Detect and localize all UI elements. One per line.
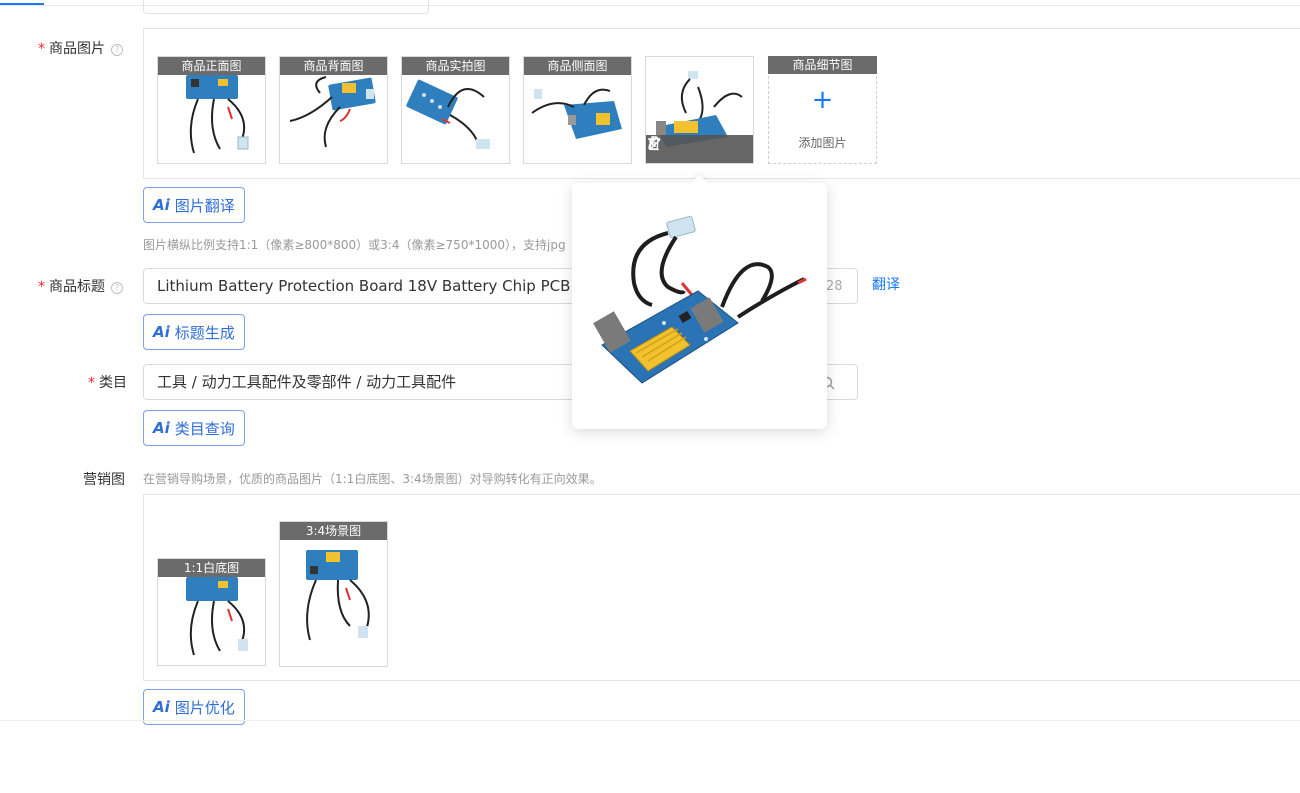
category-label-text: 类目 bbox=[99, 375, 127, 391]
category-label: * 类目 bbox=[88, 372, 127, 392]
category-query-label: 类目查询 bbox=[174, 419, 235, 438]
add-image-label: 添加图片 bbox=[798, 136, 847, 150]
ai-icon: Ai bbox=[153, 698, 170, 716]
slot-caption: 商品背面图 bbox=[280, 57, 387, 75]
title-label: * 商品标题? bbox=[38, 276, 123, 296]
slot-caption: 3:4场景图 bbox=[280, 522, 387, 540]
image-translate-label: 图片翻译 bbox=[174, 196, 235, 215]
product-images-label-text: 商品图片 bbox=[49, 41, 105, 57]
title-translate-link[interactable]: 翻译 bbox=[872, 274, 900, 294]
required-mark: * bbox=[88, 375, 95, 391]
slot-caption: 商品正面图 bbox=[158, 57, 265, 75]
product-image-front[interactable]: 商品正面图 bbox=[157, 56, 266, 164]
image-ratio-hint: 图片横纵比例支持1:1（像素≥800*800）或3:4（像素≥750*1000）… bbox=[143, 238, 566, 252]
pcb-preview-image bbox=[593, 215, 807, 384]
title-char-counter: 28 bbox=[826, 279, 843, 294]
thumbnail-action-bar bbox=[646, 135, 753, 163]
title-label-text: 商品标题 bbox=[49, 279, 105, 295]
marketing-image-white-bg[interactable]: 1:1白底图 bbox=[157, 558, 266, 666]
previous-field-input[interactable] bbox=[143, 0, 429, 14]
image-preview-popover bbox=[572, 174, 827, 429]
product-image-slot-5-hovered[interactable] bbox=[645, 56, 754, 164]
product-image-real[interactable]: 商品实拍图 bbox=[401, 56, 510, 164]
required-mark: * bbox=[38, 41, 45, 57]
plus-icon: + bbox=[811, 85, 834, 115]
slot-caption: 商品实拍图 bbox=[402, 57, 509, 75]
question-circle-icon[interactable]: ? bbox=[111, 44, 123, 56]
add-detail-image-button[interactable]: 商品细节图 + 添加图片 bbox=[768, 56, 877, 164]
product-images-label: * 商品图片? bbox=[38, 38, 123, 58]
slot-caption: 商品侧面图 bbox=[524, 57, 631, 75]
question-circle-icon[interactable]: ? bbox=[111, 282, 123, 294]
slot-caption: 1:1白底图 bbox=[158, 559, 265, 577]
ai-icon: Ai bbox=[153, 419, 170, 437]
marketing-hint: 在营销导购场景，优质的商品图片（1:1白底图、3:4场景图）对导购转化有正向效果… bbox=[143, 472, 602, 486]
pcb-photo-icon bbox=[306, 550, 370, 641]
marketing-label: 营销图 bbox=[83, 472, 125, 488]
product-image-back[interactable]: 商品背面图 bbox=[279, 56, 388, 164]
image-translate-button[interactable]: Ai 图片翻译 bbox=[143, 187, 245, 223]
slot-caption: 商品细节图 bbox=[768, 56, 877, 74]
required-mark: * bbox=[38, 279, 45, 295]
product-image-side[interactable]: 商品侧面图 bbox=[523, 56, 632, 164]
image-optimize-label: 图片优化 bbox=[174, 698, 235, 717]
ai-icon: Ai bbox=[153, 196, 170, 214]
title-generate-button[interactable]: Ai 标题生成 bbox=[143, 314, 245, 350]
category-query-button[interactable]: Ai 类目查询 bbox=[143, 410, 245, 446]
ai-icon: Ai bbox=[153, 323, 170, 341]
marketing-image-scene[interactable]: 3:4场景图 bbox=[279, 521, 388, 667]
form-bottom-edge bbox=[0, 720, 1300, 721]
title-generate-label: 标题生成 bbox=[174, 323, 235, 342]
